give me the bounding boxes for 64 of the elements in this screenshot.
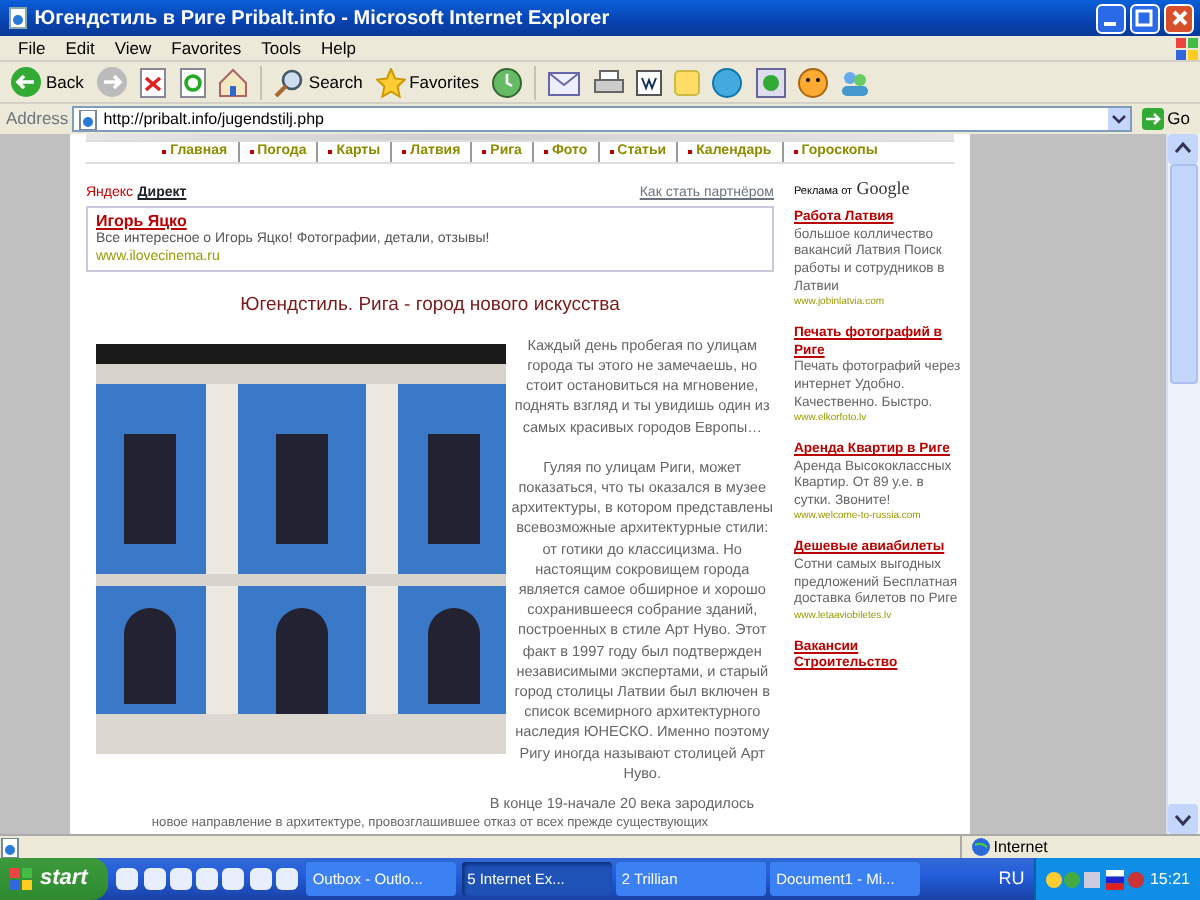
messenger-button[interactable] — [793, 63, 832, 101]
launch-icon[interactable] — [169, 868, 192, 890]
favorites-button[interactable]: Favorites — [371, 63, 484, 101]
bullet-icon — [688, 149, 693, 154]
clock-icon — [491, 67, 522, 97]
go-button[interactable]: Go — [1137, 105, 1194, 133]
document-icon — [635, 69, 662, 95]
language-indicator[interactable]: RU — [993, 865, 1029, 893]
menu-item[interactable]: View — [104, 35, 162, 61]
stop-icon — [140, 67, 167, 97]
go-arrow-icon — [1141, 108, 1164, 130]
windows-logo-icon — [1176, 37, 1200, 59]
smiley-icon — [797, 67, 828, 97]
launch-icon[interactable] — [143, 868, 166, 890]
refresh-button[interactable] — [175, 63, 210, 101]
address-field[interactable]: http://pribalt.info/jugendstilj.php — [72, 106, 1133, 132]
page-icon — [0, 837, 20, 857]
launch-icon[interactable] — [222, 868, 245, 890]
scroll-thumb[interactable] — [1170, 164, 1198, 384]
back-button[interactable]: Back — [6, 63, 88, 101]
page-icon — [6, 6, 30, 30]
scrollbar[interactable] — [1166, 134, 1200, 834]
address-label: Address — [6, 106, 69, 132]
ad-title-link[interactable]: Игорь Яцко — [96, 211, 764, 230]
menu-item[interactable]: Tools — [251, 35, 311, 61]
menu-item[interactable]: Favorites — [161, 35, 252, 61]
envelope-icon — [548, 69, 581, 95]
google-logo: Google — [856, 180, 910, 198]
dropdown-caret-icon[interactable] — [1108, 108, 1131, 130]
bullet-icon — [482, 149, 487, 154]
history-button[interactable] — [487, 63, 526, 101]
clock: 15:21 — [1149, 867, 1190, 891]
window-title: Югендстиль в Риге Pribalt.info - Microsoft Internet Explorer — [34, 5, 612, 33]
bullet-icon — [402, 149, 407, 154]
printer-icon — [593, 69, 624, 95]
windows-logo-icon — [10, 867, 34, 891]
article-title: Югендстиль. Рига - город нового искусства — [238, 291, 622, 320]
bullet-icon — [543, 149, 548, 154]
menu-item[interactable]: Help — [310, 35, 366, 61]
refresh-icon — [179, 67, 206, 97]
search-button[interactable]: Search — [270, 63, 367, 101]
scroll-up-icon[interactable] — [1168, 134, 1198, 164]
bullet-icon — [328, 149, 333, 154]
menu-item[interactable]: Edit — [55, 35, 105, 61]
launch-icon[interactable] — [196, 868, 219, 890]
star-icon — [375, 67, 406, 97]
menu-item[interactable]: File — [8, 35, 56, 61]
launch-icon[interactable] — [249, 868, 272, 890]
note-icon — [674, 69, 701, 95]
bullet-icon — [249, 149, 254, 154]
status-zone: Internet — [993, 835, 1048, 859]
page-icon — [78, 109, 99, 129]
home-icon — [217, 67, 248, 97]
stop-button[interactable] — [136, 63, 171, 101]
bullet-icon — [162, 149, 167, 154]
scroll-down-icon[interactable] — [1168, 804, 1198, 834]
bullet-icon — [609, 149, 614, 154]
launch-icon[interactable] — [116, 868, 139, 890]
home-button[interactable] — [213, 63, 252, 101]
start-button[interactable]: start — [0, 858, 108, 900]
launch-icon[interactable] — [275, 868, 298, 890]
people-icon — [840, 67, 871, 97]
search-icon — [274, 67, 305, 97]
bullet-icon — [793, 149, 798, 154]
